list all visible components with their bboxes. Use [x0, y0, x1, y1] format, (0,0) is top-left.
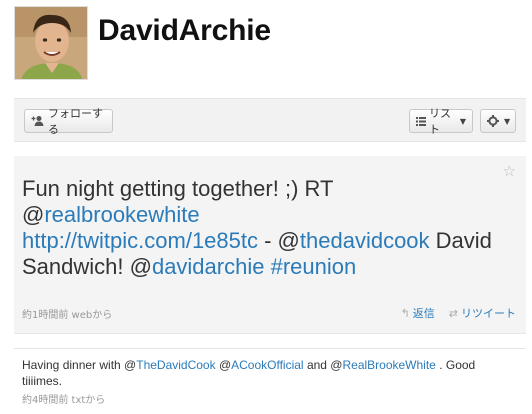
- mention-link[interactable]: realbrookewhite: [44, 202, 199, 227]
- chevron-down-icon: ▼: [459, 116, 466, 126]
- mention-link[interactable]: TheDavidCook: [136, 358, 215, 372]
- reply-button[interactable]: ↰ 返信: [401, 305, 435, 321]
- tweet-timestamp[interactable]: 約1時間前 webから: [22, 306, 112, 321]
- chevron-down-icon: ▼: [504, 116, 511, 126]
- profile-toolbar: フォローする リスト ▼ ▼: [14, 98, 526, 142]
- mention-link[interactable]: RealBrookeWhite: [342, 358, 435, 372]
- tweet-actions: ↰ 返信 ⇄ リツイート: [401, 305, 516, 321]
- url-link[interactable]: http://twitpic.com/1e85tc: [22, 228, 258, 253]
- add-user-icon: [31, 115, 45, 127]
- retweet-label: リツイート: [461, 307, 516, 320]
- retweet-icon: ⇄: [448, 306, 458, 320]
- tweet-timestamp[interactable]: 約4時間前 txtから: [22, 391, 105, 406]
- profile-header: DavidArchie: [14, 6, 524, 82]
- hashtag-link[interactable]: #reunion: [271, 254, 357, 279]
- mention-link[interactable]: thedavidcook: [300, 228, 430, 253]
- follow-button-label: フォローする: [48, 107, 103, 136]
- mention-link[interactable]: ACookOfficial: [231, 358, 303, 372]
- reply-icon: ↰: [400, 306, 410, 320]
- tweet-secondary: Having dinner with @TheDavidCook @ACookO…: [14, 348, 526, 408]
- tweet-text-segment: and @: [303, 358, 343, 372]
- tweet-text-segment: Having dinner with @: [22, 358, 137, 372]
- tweet-main: ☆ Fun night getting together! ;) RT @rea…: [14, 156, 526, 334]
- avatar[interactable]: [14, 6, 88, 80]
- star-icon[interactable]: ☆: [503, 162, 516, 180]
- tweet-text-segment: - @: [258, 228, 300, 253]
- list-dropdown-button[interactable]: リスト ▼: [409, 107, 473, 136]
- tweet-text-segment: @: [215, 358, 232, 372]
- tweet-text: Fun night getting together! ;) RT @realb…: [22, 176, 492, 280]
- settings-dropdown-button[interactable]: ▼: [480, 109, 516, 133]
- follow-button[interactable]: フォローする: [24, 107, 113, 136]
- tweet-text: Having dinner with @TheDavidCook @ACookO…: [22, 357, 512, 389]
- reply-label: 返信: [412, 307, 435, 320]
- retweet-button[interactable]: ⇄ リツイート: [449, 305, 516, 321]
- list-button-label: リスト: [429, 107, 451, 136]
- username: DavidArchie: [98, 14, 271, 47]
- mention-link[interactable]: davidarchie: [152, 254, 265, 279]
- gear-icon: [487, 115, 499, 127]
- list-icon: [416, 116, 426, 126]
